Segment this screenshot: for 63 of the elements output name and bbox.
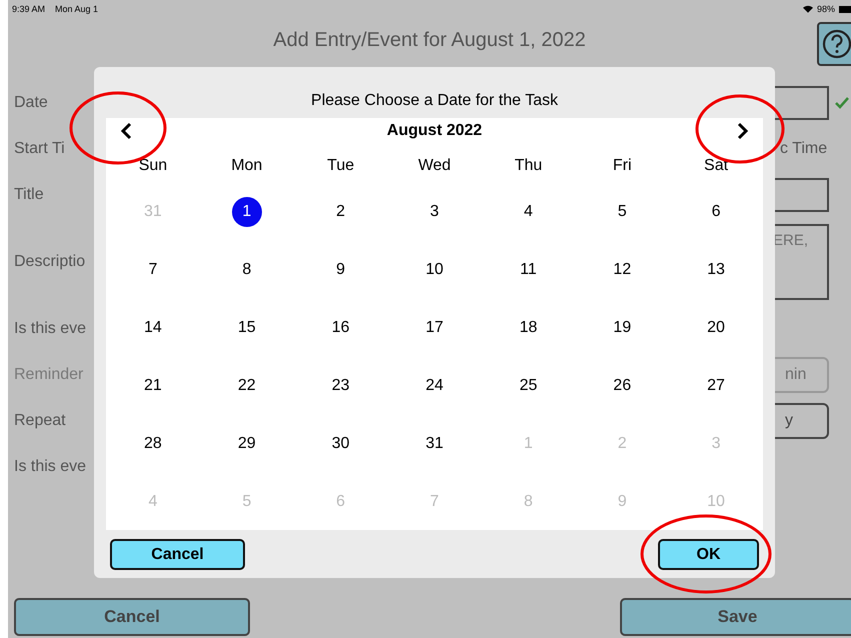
- field-label: Title: [13, 186, 44, 204]
- field-label: Is this eve: [13, 320, 86, 338]
- help-button[interactable]: [817, 22, 851, 66]
- calendar-day[interactable]: 29: [232, 429, 262, 459]
- calendar-day[interactable]: 1: [232, 197, 262, 227]
- calendar-day[interactable]: 31: [419, 429, 450, 459]
- field-label: Start Ti: [13, 140, 65, 158]
- status-time: 9:39 AM: [12, 4, 46, 14]
- battery-icon: [839, 6, 851, 12]
- calendar-day[interactable]: 19: [607, 313, 638, 343]
- calendar-day[interactable]: 22: [232, 371, 262, 401]
- calendar-day[interactable]: 9: [326, 255, 356, 285]
- cancel-button[interactable]: Cancel: [14, 598, 250, 636]
- cancel-button[interactable]: Cancel: [110, 539, 245, 570]
- calendar-day[interactable]: 14: [138, 313, 168, 343]
- ok-button[interactable]: OK: [658, 539, 759, 570]
- calendar-day[interactable]: 3: [419, 197, 450, 227]
- calendar-day[interactable]: 23: [326, 371, 356, 401]
- month-title: August 2022: [386, 122, 482, 140]
- weekday-label: Wed: [418, 157, 451, 175]
- calendar-day[interactable]: 11: [513, 255, 544, 285]
- calendar-day[interactable]: 27: [701, 371, 732, 401]
- calendar-day[interactable]: 13: [701, 255, 732, 285]
- status-date: Mon Aug 1: [55, 4, 98, 14]
- save-button[interactable]: Save: [620, 598, 851, 636]
- calendar-day[interactable]: 17: [419, 313, 450, 343]
- calendar-day[interactable]: 8: [232, 255, 262, 285]
- battery-level: 98%: [816, 4, 835, 14]
- calendar-day[interactable]: 5: [607, 197, 638, 227]
- calendar-day[interactable]: 6: [701, 197, 732, 227]
- calendar-day[interactable]: 16: [326, 313, 356, 343]
- field-label: c Time: [779, 140, 828, 158]
- weekday-label: Tue: [327, 157, 354, 175]
- wifi-icon: [802, 5, 813, 13]
- weekday-label: Thu: [514, 157, 542, 175]
- calendar-day[interactable]: 28: [138, 429, 168, 459]
- calendar-day[interactable]: 26: [607, 371, 638, 401]
- previous-month-icon[interactable]: [120, 122, 132, 140]
- weekday-label: Mon: [231, 157, 262, 175]
- field-label: Date: [13, 94, 48, 112]
- calendar-day[interactable]: 15: [232, 313, 262, 343]
- calendar-day[interactable]: 4: [513, 197, 544, 227]
- weekday-label: Fri: [612, 157, 632, 175]
- field-label: Reminder: [13, 366, 84, 384]
- calendar-day[interactable]: 12: [607, 255, 638, 285]
- question-icon: [822, 29, 851, 59]
- calendar-day[interactable]: 20: [701, 313, 732, 343]
- calendar-day[interactable]: 21: [138, 371, 168, 401]
- calendar-day[interactable]: 7: [138, 255, 168, 285]
- field-label: Is this eve: [13, 458, 86, 476]
- weekday-label: Sat: [704, 157, 728, 175]
- next-month-icon[interactable]: [736, 122, 749, 140]
- field-label: Descriptio: [13, 253, 86, 271]
- calendar-day[interactable]: 2: [326, 197, 356, 227]
- field-label: Repeat: [13, 412, 66, 430]
- calendar-day[interactable]: 30: [326, 429, 356, 459]
- calendar-day[interactable]: 24: [419, 371, 450, 401]
- dialog-title: Please Choose a Date for the Task: [310, 91, 559, 111]
- screen-title: Add Entry/Event for August 1, 2022: [272, 28, 587, 52]
- calendar-day[interactable]: 18: [513, 313, 544, 343]
- weekday-label: Sun: [138, 157, 168, 175]
- calendar-day[interactable]: 25: [513, 371, 544, 401]
- calendar-day[interactable]: 10: [419, 255, 450, 285]
